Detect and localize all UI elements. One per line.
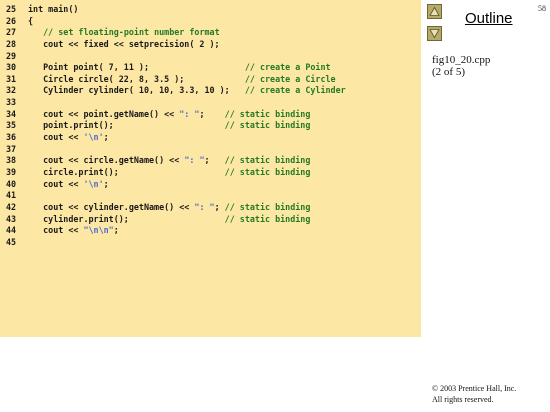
code-line: 26 { (6, 16, 346, 28)
code-listing: 25 int main() 26 {27 // set floating-point … (6, 4, 346, 248)
string-literal: '\n' (83, 132, 104, 143)
code-text: Point point( 7, 11 ); (28, 62, 245, 73)
string-literal: "\n\n" (83, 225, 114, 236)
line-number: 32 (6, 85, 17, 96)
code-line: 27 // set floating-point number format (6, 27, 346, 39)
code-line: 38 cout << circle.getName() << ": "; // … (6, 155, 346, 167)
code-line: 37 (6, 144, 346, 156)
code-line: 32 Cylinder cylinder( 10, 10, 3.3, 10 );… (6, 85, 346, 97)
line-number: 31 (6, 73, 17, 84)
copyright-line-2: All rights reserved. (432, 395, 494, 404)
line-number: 34 (6, 108, 17, 119)
code-line: 44 cout << "\n\n"; (6, 225, 346, 237)
string-literal: '\n' (83, 178, 104, 189)
code-text: int main() (28, 4, 79, 14)
line-number: 33 (6, 97, 17, 108)
code-line: 33 (6, 97, 346, 109)
line-number: 44 (6, 225, 17, 236)
triangle-up-icon (429, 6, 440, 16)
code-comment: // create a Circle (244, 73, 336, 84)
code-line: 31 Circle circle( 22, 8, 3.5 ); // creat… (6, 74, 346, 86)
code-text: cylinder.print(); (28, 213, 225, 224)
line-number: 45 (6, 236, 17, 247)
code-comment: // static binding (224, 201, 311, 212)
code-line: 39 circle.print(); // static binding (6, 167, 346, 179)
code-text: cout << point.getName() << ": "; (28, 108, 225, 119)
code-comment: // static binding (224, 213, 311, 224)
code-line: 30 Point point( 7, 11 ); // create a Poi… (6, 62, 346, 74)
line-number: 29 (6, 50, 17, 61)
line-number: 41 (6, 190, 17, 201)
code-comment: // set floating-point number format (43, 27, 220, 38)
copyright-line-1: © 2003 Prentice Hall, Inc. (432, 384, 517, 393)
line-number: 39 (6, 166, 17, 177)
code-line: 34 cout << point.getName() << ": "; // s… (6, 109, 346, 121)
code-line: 43 cylinder.print(); // static binding (6, 214, 346, 226)
code-text: cout << "\n\n"; (28, 225, 119, 236)
code-line: 29 (6, 51, 346, 63)
line-number: 37 (6, 143, 17, 154)
code-comment: // create a Point (244, 62, 331, 73)
code-line: 25 int main() (6, 4, 346, 16)
code-text: cout << '\n'; (28, 178, 109, 189)
line-number: 28 (6, 38, 17, 49)
code-text: { (28, 15, 34, 26)
code-text: cout << cylinder.getName() << ": "; (28, 201, 225, 212)
code-text: cout << '\n'; (28, 132, 109, 143)
code-panel: 25 int main() 26 {27 // set floating-point … (0, 0, 421, 337)
next-slide-button[interactable] (427, 26, 442, 41)
string-literal: ": " (179, 108, 200, 119)
line-number: 27 (6, 27, 17, 38)
line-number: 42 (6, 201, 17, 212)
page-of-indicator: (2 of 5) (432, 66, 465, 78)
code-line: 40 cout << '\n'; (6, 179, 346, 191)
string-literal: ": " (184, 155, 205, 166)
line-number: 40 (6, 178, 17, 189)
code-comment: // static binding (224, 166, 311, 177)
code-comment: // static binding (224, 120, 311, 131)
file-name: fig10_20.cpp (432, 54, 491, 66)
line-number: 30 (6, 62, 17, 73)
line-number: 36 (6, 132, 17, 143)
code-line: 42 cout << cylinder.getName() << ": "; /… (6, 202, 346, 214)
page-number: 58 (538, 4, 546, 13)
code-line: 28 cout << fixed << setprecision( 2 ); (6, 39, 346, 51)
line-number: 35 (6, 120, 17, 131)
line-number: 38 (6, 155, 17, 166)
line-number: 43 (6, 213, 17, 224)
string-literal: ": " (194, 201, 215, 212)
code-text: cout << circle.getName() << ": "; (28, 155, 225, 166)
code-text: point.print(); (28, 120, 225, 131)
code-line: 36 cout << '\n'; (6, 132, 346, 144)
code-text: Cylinder cylinder( 10, 10, 3.3, 10 ); (28, 85, 245, 96)
code-text: Circle circle( 22, 8, 3.5 ); (28, 73, 245, 84)
outline-link[interactable]: Outline (465, 10, 513, 27)
code-line: 45 (6, 237, 346, 249)
code-comment: // create a Cylinder (244, 85, 346, 96)
line-number: 26 (6, 15, 17, 26)
code-comment: // static binding (224, 155, 311, 166)
code-text: cout << fixed << setprecision( 2 ); (28, 38, 220, 49)
triangle-down-icon (429, 29, 440, 39)
line-number: 25 (6, 4, 17, 14)
code-text: circle.print(); (28, 166, 225, 177)
code-line: 35 point.print(); // static binding (6, 120, 346, 132)
previous-slide-button[interactable] (427, 4, 442, 19)
code-comment: // static binding (224, 108, 311, 119)
code-line: 41 (6, 190, 346, 202)
